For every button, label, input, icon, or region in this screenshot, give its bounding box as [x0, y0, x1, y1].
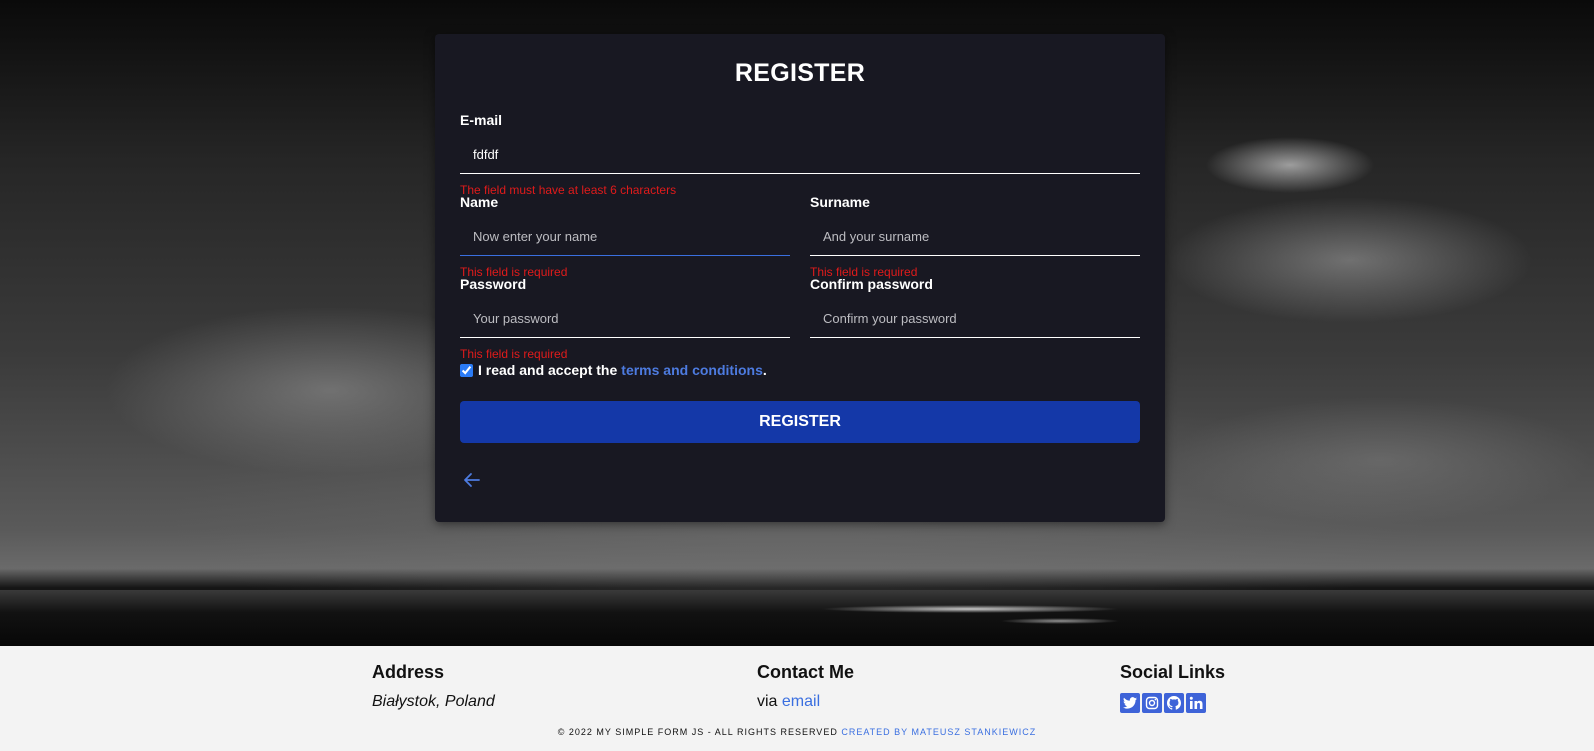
name-group: Name This field is required	[460, 194, 790, 279]
email-label: E-mail	[460, 112, 503, 128]
instagram-icon[interactable]	[1142, 693, 1162, 713]
twitter-icon[interactable]	[1120, 693, 1140, 713]
social-links	[1120, 693, 1225, 713]
linkedin-icon[interactable]	[1186, 693, 1206, 713]
name-field-wrap	[460, 218, 790, 256]
footer: Address Białystok, Poland Contact Me via…	[0, 646, 1594, 751]
password-field-wrap	[460, 300, 790, 338]
name-field[interactable]	[460, 218, 790, 255]
footer-social: Social Links	[1120, 662, 1225, 713]
terms-row: I read and accept the terms and conditio…	[460, 362, 767, 378]
social-heading: Social Links	[1120, 662, 1226, 682]
footer-contact: Contact Me via email	[757, 662, 854, 711]
confirm-password-field[interactable]	[810, 300, 1140, 337]
surname-group: Surname This field is required	[810, 194, 1140, 279]
register-card: REGISTER E-mail The field must have at l…	[435, 34, 1165, 522]
email-field-wrap	[460, 136, 1140, 174]
copyright-text: © 2022 MY SIMPLE FORM JS - ALL RIGHTS RE…	[557, 727, 838, 737]
terms-checkbox[interactable]	[460, 363, 473, 377]
surname-field-wrap	[810, 218, 1140, 256]
github-icon[interactable]	[1164, 693, 1184, 713]
terms-suffix: .	[762, 362, 767, 378]
contact-heading: Contact Me	[757, 662, 855, 682]
name-label: Name	[460, 194, 499, 210]
email-link[interactable]: email	[782, 693, 820, 710]
password-label: Password	[460, 276, 527, 292]
copyright: © 2022 MY SIMPLE FORM JS - ALL RIGHTS RE…	[0, 727, 1594, 737]
water-reflection	[1000, 618, 1120, 624]
password-group: Password This field is required	[460, 276, 790, 361]
email-group: E-mail The field must have at least 6 ch…	[460, 112, 1140, 197]
contact-prefix: via	[757, 693, 782, 710]
credit-link[interactable]: CREATED BY MATEUSZ STANKIEWICZ	[841, 727, 1036, 737]
surname-field[interactable]	[810, 218, 1140, 255]
confirm-password-field-wrap	[810, 300, 1140, 338]
contact-line: via email	[757, 693, 854, 711]
address-text: Białystok, Poland	[372, 693, 495, 710]
confirm-password-group: Confirm password	[810, 276, 1140, 338]
terms-link[interactable]: terms and conditions	[621, 362, 763, 378]
water-reflection	[820, 605, 1120, 613]
address-heading: Address	[372, 662, 445, 682]
terms-text: I read and accept the	[478, 362, 618, 378]
password-field[interactable]	[460, 300, 790, 337]
confirm-password-label: Confirm password	[810, 276, 933, 292]
shoreline	[0, 590, 1594, 646]
footer-address: Address Białystok, Poland	[372, 662, 495, 711]
surname-label: Surname	[810, 194, 870, 210]
arrow-left-icon[interactable]	[462, 470, 482, 490]
register-button[interactable]: REGISTER	[460, 401, 1140, 443]
password-error: This field is required	[460, 347, 568, 361]
page-title: REGISTER	[734, 59, 866, 87]
email-field[interactable]	[460, 136, 1140, 173]
